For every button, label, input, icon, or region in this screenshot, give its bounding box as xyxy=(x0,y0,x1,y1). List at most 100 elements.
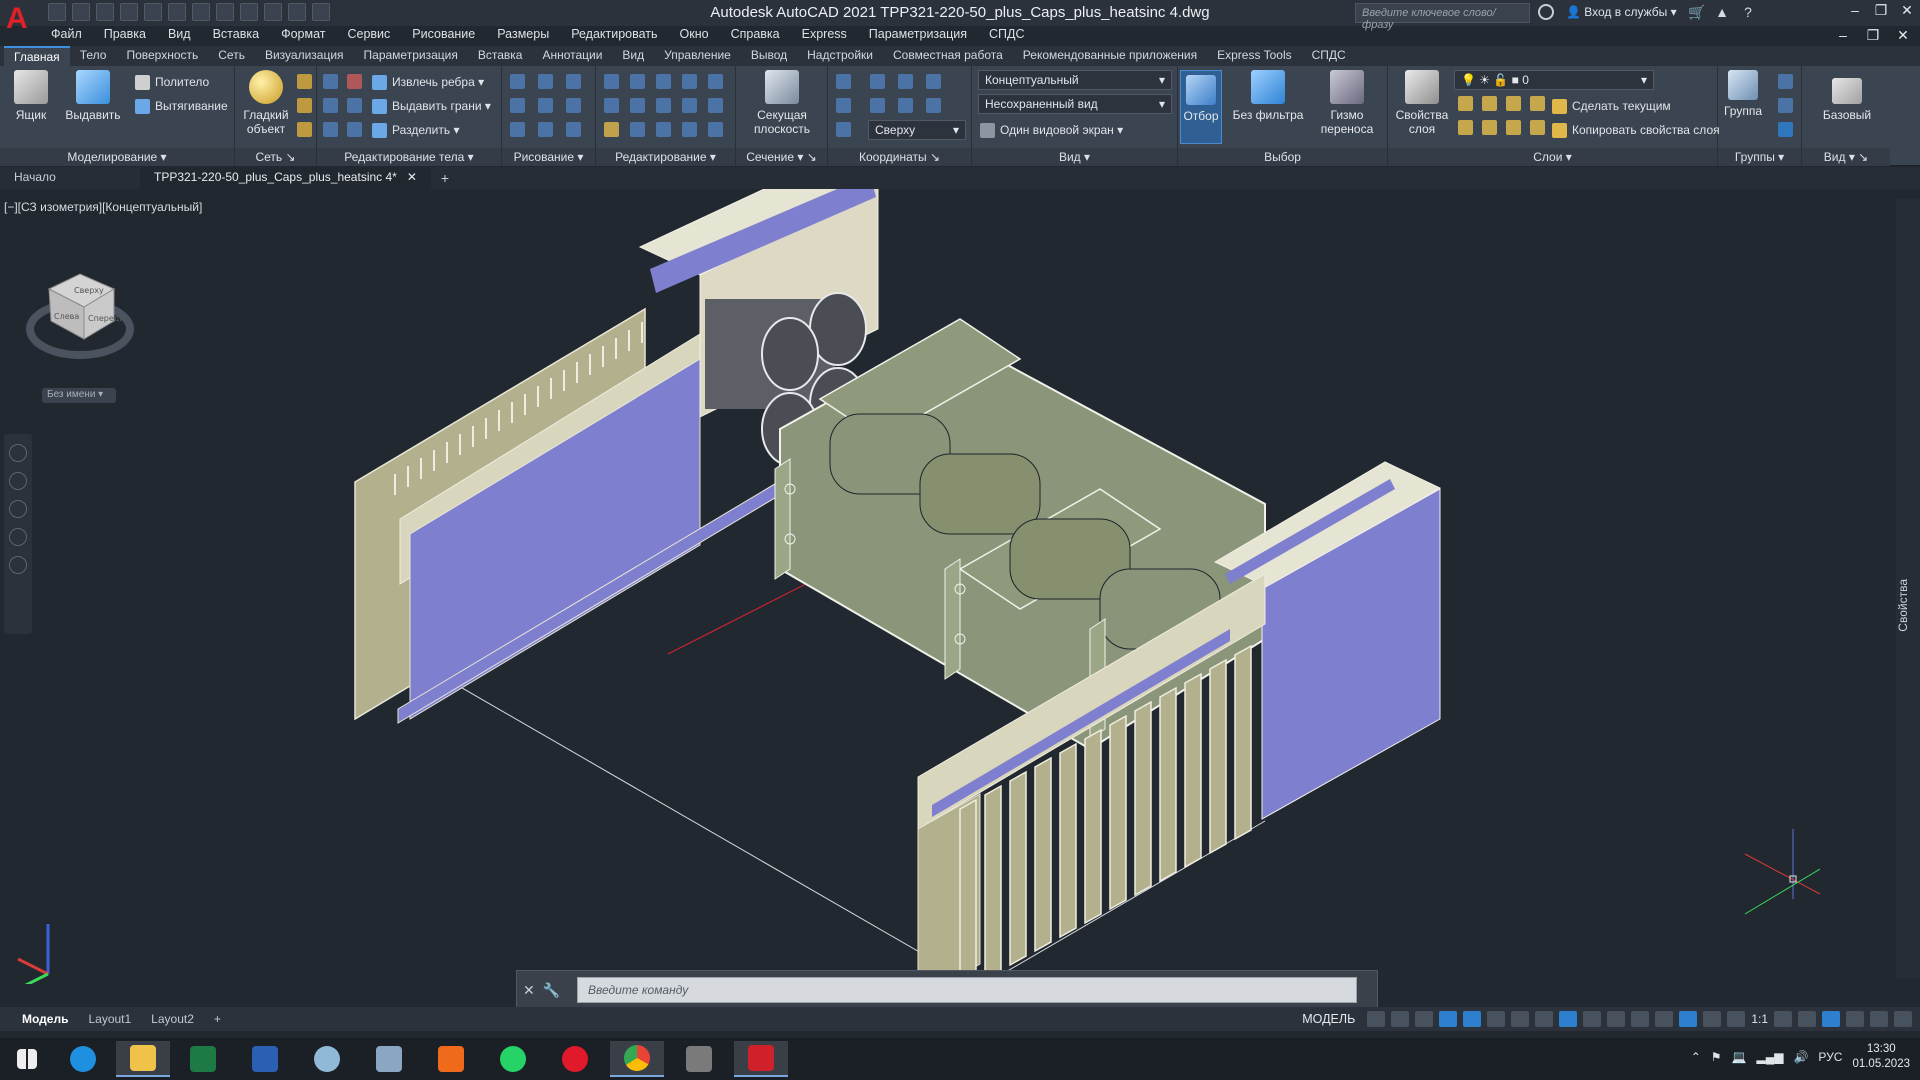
menu-spds[interactable]: СПДС xyxy=(978,25,1036,45)
volume-icon[interactable]: 🔊 xyxy=(1793,1050,1808,1064)
network-icon[interactable]: ▂▄▆ xyxy=(1756,1050,1783,1064)
extrude-faces-button[interactable]: Выдавить грани ▾ xyxy=(372,96,491,116)
extrude-button[interactable]: Выдавить xyxy=(64,70,122,122)
presspull-button[interactable]: Вытягивание xyxy=(135,96,228,116)
viewcube[interactable]: Сверху Слева Спереди xyxy=(14,249,144,359)
save-web-icon[interactable] xyxy=(168,3,186,21)
tray-flag-icon[interactable]: ⚑ xyxy=(1711,1050,1722,1064)
dynamic-input-icon[interactable] xyxy=(1439,1011,1458,1027)
mesh-smooth-more-icon[interactable] xyxy=(297,74,312,89)
tab-drawing[interactable]: TPP321-220-50_plus_Caps_plus_heatsinc 4*… xyxy=(140,167,431,189)
tab-mesh[interactable]: Сеть xyxy=(208,46,255,66)
extract-edges-button[interactable]: Извлечь ребра ▾ xyxy=(372,72,484,92)
signin-button[interactable]: 👤 Вход в службы ▾ xyxy=(1566,5,1677,19)
publish-icon[interactable] xyxy=(288,3,306,21)
separate-button[interactable]: Разделить ▾ xyxy=(372,120,459,140)
search-icon[interactable] xyxy=(1538,4,1554,20)
share-icon[interactable] xyxy=(312,3,330,21)
viewcube-left-face[interactable]: Слева xyxy=(54,312,79,321)
line3d-icon[interactable] xyxy=(538,74,553,89)
layer-unlock-icon[interactable] xyxy=(1530,120,1545,135)
thicken-icon[interactable] xyxy=(347,122,362,137)
ucs-x-icon[interactable] xyxy=(870,98,885,113)
section-plane-button[interactable]: Секущая плоскость xyxy=(750,70,814,136)
make-current-button[interactable]: Сделать текущим xyxy=(1552,96,1671,116)
search-input[interactable]: Введите ключевое слово/фразу xyxy=(1355,3,1530,31)
offset-icon[interactable] xyxy=(630,122,645,137)
trim-icon[interactable] xyxy=(708,74,723,89)
workspace-switch-icon[interactable] xyxy=(1774,1011,1792,1027)
polar-icon[interactable] xyxy=(1487,1011,1506,1027)
base-view-button[interactable]: Базовый xyxy=(1812,70,1882,122)
gizmo-status-icon[interactable] xyxy=(1703,1011,1722,1027)
tab-start[interactable]: Начало xyxy=(0,167,140,189)
isodraft-icon[interactable] xyxy=(1511,1011,1530,1027)
tab-addins[interactable]: Надстройки xyxy=(797,46,883,66)
erase-icon[interactable] xyxy=(604,122,619,137)
panel-title[interactable]: Вид ▾ ↘ xyxy=(1802,148,1890,166)
menu-edit[interactable]: Правка xyxy=(93,25,157,45)
tab-spds[interactable]: СПДС xyxy=(1302,46,1356,66)
tab-model[interactable]: Модель xyxy=(12,1009,78,1029)
model-scene[interactable] xyxy=(0,189,1920,1005)
menu-view[interactable]: Вид xyxy=(157,25,202,45)
box-button[interactable]: Ящик xyxy=(2,70,60,122)
tab-layout1[interactable]: Layout1 xyxy=(78,1009,141,1029)
menu-window[interactable]: Окно xyxy=(669,25,720,45)
spline-icon[interactable] xyxy=(510,98,525,113)
fillet-icon[interactable] xyxy=(708,98,723,113)
doc-restore-icon[interactable]: ❐ xyxy=(1860,25,1886,45)
panel-title[interactable]: Слои ▾ xyxy=(1388,148,1717,166)
tab-collaborate[interactable]: Совместная работа xyxy=(883,46,1013,66)
3d-osnap-icon[interactable] xyxy=(1655,1011,1674,1027)
tab-featured-apps[interactable]: Рекомендованные приложения xyxy=(1013,46,1207,66)
menu-insert[interactable]: Вставка xyxy=(202,25,270,45)
menu-file[interactable]: Файл xyxy=(40,25,93,45)
panel-title[interactable]: Моделирование ▾ xyxy=(0,148,234,166)
layer-thaw-icon[interactable] xyxy=(1506,120,1521,135)
menu-draw[interactable]: Рисование xyxy=(401,25,486,45)
ucs-y-icon[interactable] xyxy=(898,98,913,113)
drawing-viewport[interactable]: [−][СЗ изометрия][Концептуальный] Сверху… xyxy=(0,189,1920,1005)
tab-layout2[interactable]: Layout2 xyxy=(141,1009,204,1029)
object-snap-tracking-icon[interactable] xyxy=(1535,1011,1554,1027)
ucs-object-icon[interactable] xyxy=(836,98,851,113)
tab-parametric[interactable]: Параметризация xyxy=(354,46,468,66)
close-icon[interactable]: ✕ xyxy=(1894,0,1920,20)
open-file-icon[interactable] xyxy=(72,3,90,21)
ucs-view-icon[interactable] xyxy=(836,122,851,137)
selection-cycling-icon[interactable] xyxy=(1631,1011,1650,1027)
language-indicator[interactable]: РУС xyxy=(1818,1050,1842,1064)
command-input[interactable]: Введите команду xyxy=(577,977,1357,1003)
tab-insert[interactable]: Вставка xyxy=(468,46,533,66)
plot-icon[interactable] xyxy=(192,3,210,21)
open-web-icon[interactable] xyxy=(144,3,162,21)
taskbar-autocad[interactable] xyxy=(734,1041,788,1077)
rectangle-icon[interactable] xyxy=(538,122,553,137)
pan-icon[interactable] xyxy=(9,472,27,490)
customize-icon[interactable]: 🔧 xyxy=(543,982,560,999)
visual-style-dropdown[interactable]: Концептуальный ▾ xyxy=(978,70,1172,90)
layer-on-icon[interactable] xyxy=(1458,120,1473,135)
mesh-refine-icon[interactable] xyxy=(297,122,312,137)
autocad-logo-icon[interactable]: A xyxy=(6,2,34,36)
doc-minimize-icon[interactable]: – xyxy=(1830,25,1856,45)
cart-icon[interactable]: 🛒 xyxy=(1688,4,1705,20)
maximize-icon[interactable]: ❐ xyxy=(1868,0,1894,20)
rotate3d-icon[interactable] xyxy=(630,98,645,113)
ungroup-icon[interactable] xyxy=(1778,74,1793,89)
tab-visualize[interactable]: Визуализация xyxy=(255,46,354,66)
mesh-smooth-less-icon[interactable] xyxy=(297,98,312,113)
new-tab-icon[interactable]: + xyxy=(431,167,459,189)
no-filter-button[interactable]: Без фильтра xyxy=(1230,70,1306,122)
save-as-icon[interactable] xyxy=(120,3,138,21)
infer-icon[interactable] xyxy=(1415,1011,1434,1027)
subtract-icon[interactable] xyxy=(347,74,362,89)
ortho-icon[interactable] xyxy=(1463,1011,1482,1027)
lineweight-icon[interactable] xyxy=(1583,1011,1602,1027)
slice-icon[interactable] xyxy=(323,122,338,137)
add-layout-icon[interactable]: + xyxy=(204,1009,231,1029)
close-tab-icon[interactable]: ✕ xyxy=(407,170,417,184)
panel-title[interactable]: Рисование ▾ xyxy=(502,148,595,166)
viewcube-front-face[interactable]: Спереди xyxy=(88,314,124,323)
